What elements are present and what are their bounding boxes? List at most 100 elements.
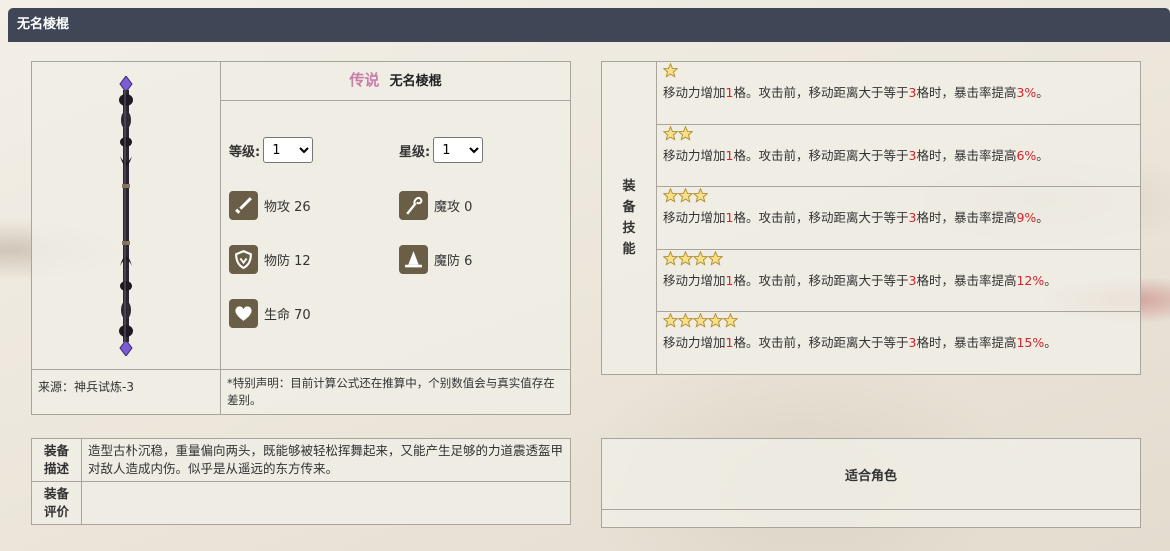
skill-tier-1: 移动力增加1格。攻击前，移动距离大于等于3格时，暴击率提高3%。 <box>656 61 1141 125</box>
description-text: 造型古朴沉稳，重量偏向两头，既能够被轻松挥舞起来，又能产生足够的力道震透盔甲对敌… <box>81 438 571 482</box>
suitable-roles-title: 适合角色 <box>601 438 1141 510</box>
skill-text-mid: 格。攻击前，移动距离大于等于 <box>733 147 909 163</box>
star-icon <box>677 312 694 332</box>
star-icon <box>662 187 679 207</box>
skill-description: 移动力增加1格。攻击前，移动距离大于等于3格时，暴击率提高6%。 <box>663 145 1134 164</box>
star-rating-icon <box>662 125 1134 145</box>
skill-text-pre: 移动力增加 <box>663 272 726 288</box>
description-label: 装备 描述 <box>31 438 82 482</box>
skills-header-char: 装 <box>622 178 636 194</box>
skill-text-pre: 移动力增加 <box>663 335 726 351</box>
star-icon <box>677 125 694 145</box>
item-name-cell: 传说 无名棱棍 <box>220 61 571 101</box>
star-icon <box>662 312 679 332</box>
skill-text-end: 。 <box>1044 335 1057 351</box>
evaluation-text <box>81 481 571 525</box>
stat-text: 魔攻 0 <box>434 200 473 215</box>
skill-text-pre: 移动力增加 <box>663 85 726 100</box>
skill-text-mid2: 格时，暴击率提高 <box>916 272 1017 288</box>
shield-icon <box>229 245 258 274</box>
level-select[interactable]: 1 <box>263 137 314 163</box>
star-icon <box>677 187 694 207</box>
heart-icon <box>229 299 258 328</box>
star-icon <box>662 250 679 270</box>
skill-text-end: 。 <box>1036 210 1049 226</box>
skill-text-mid: 格。攻击前，移动距离大于等于 <box>733 85 909 100</box>
skill-text-pre: 移动力增加 <box>663 210 726 226</box>
star-select[interactable]: 1 <box>433 137 484 163</box>
suitable-roles-list <box>601 509 1141 528</box>
equipment-skills-table: 装 备 技 能 移动力增加1格。攻击前，移动距离大于等于3格时，暴击率提高3%。… <box>601 61 1141 375</box>
skill-text-pct: 12% <box>1016 272 1045 288</box>
page-title: 无名棱棍 <box>8 8 1170 42</box>
skill-text-mid2: 格时，暴击率提高 <box>916 85 1017 100</box>
skill-tier-3: 移动力增加1格。攻击前，移动距离大于等于3格时，暴击率提高9%。 <box>656 186 1141 250</box>
star-control: 星级: 1 <box>399 137 484 163</box>
skills-header: 装 备 技 能 <box>601 61 657 375</box>
star-label: 星级: <box>399 144 431 160</box>
skill-description: 移动力增加1格。攻击前，移动距离大于等于3格时，暴击率提高9%。 <box>663 207 1134 226</box>
skill-tier-4: 移动力增加1格。攻击前，移动距离大于等于3格时，暴击率提高12%。 <box>656 248 1141 313</box>
stats-cell: 等级: 1 星级: 1 物攻 26 魔攻 0 物防 12 魔防 6 生命 70 <box>220 100 571 370</box>
stat-physical-attack: 物攻 26 <box>229 191 311 220</box>
suitable-roles-table: 适合角色 <box>601 438 1141 528</box>
stat-hp: 生命 70 <box>229 299 311 328</box>
skill-text-end: 。 <box>1036 85 1049 100</box>
wizard-hat-icon <box>399 245 428 274</box>
skills-header-char: 备 <box>622 199 636 215</box>
item-name: 无名棱棍 <box>389 74 442 89</box>
skill-text-mid: 格。攻击前，移动距离大于等于 <box>733 272 909 288</box>
level-label: 等级: <box>229 144 261 160</box>
skill-text-mid: 格。攻击前，移动距离大于等于 <box>733 335 909 351</box>
evaluation-label: 装备 评价 <box>31 481 82 525</box>
skill-text-pct: 15% <box>1016 335 1045 351</box>
skill-description: 移动力增加1格。攻击前，移动距离大于等于3格时，暴击率提高3%。 <box>663 82 1134 101</box>
skill-text-end: 。 <box>1036 147 1049 163</box>
star-icon <box>662 125 679 145</box>
star-icon <box>707 312 724 332</box>
stat-physical-defense: 物防 12 <box>229 245 311 274</box>
level-control: 等级: 1 <box>229 137 314 163</box>
star-icon <box>692 187 709 207</box>
skill-text-pct: 3% <box>1016 85 1037 100</box>
item-card: 传说 无名棱棍 等级: 1 星级: 1 物攻 26 魔攻 0 物防 12 魔防 … <box>31 61 571 415</box>
skill-description: 移动力增加1格。攻击前，移动距离大于等于3格时，暴击率提高12%。 <box>663 270 1134 289</box>
star-rating-icon <box>662 250 1134 270</box>
star-rating-icon <box>662 312 1134 332</box>
stat-text: 生命 70 <box>264 308 311 323</box>
star-rating-icon <box>662 187 1134 207</box>
skill-tier-5: 移动力增加1格。攻击前，移动距离大于等于3格时，暴击率提高15%。 <box>656 311 1141 375</box>
stat-text: 物攻 26 <box>264 200 311 215</box>
weapon-image <box>119 76 133 356</box>
sword-icon <box>229 191 258 220</box>
skill-text-pct: 9% <box>1016 210 1037 226</box>
description-table: 装备 描述 造型古朴沉稳，重量偏向两头，既能够被轻松挥舞起来，又能产生足够的力道震… <box>31 438 571 525</box>
star-icon <box>707 250 724 270</box>
skill-text-pct: 6% <box>1016 147 1037 163</box>
stat-text: 魔防 6 <box>434 254 473 269</box>
skills-header-char: 技 <box>622 220 636 236</box>
disclaimer-note: *特别声明：目前计算公式还在推算中，个别数值会与真实值存在差别。 <box>220 369 571 415</box>
skill-tier-2: 移动力增加1格。攻击前，移动距离大于等于3格时，暴击率提高6%。 <box>656 123 1141 188</box>
skill-description: 移动力增加1格。攻击前，移动距离大于等于3格时，暴击率提高15%。 <box>663 332 1134 351</box>
source-cell: 来源：神兵试炼-3 <box>31 369 221 415</box>
skill-text-mid2: 格时，暴击率提高 <box>916 147 1017 163</box>
star-icon <box>662 62 679 82</box>
star-rating-icon <box>662 62 1134 82</box>
skill-text-pre: 移动力增加 <box>663 147 726 163</box>
rarity-label: 传说 <box>349 71 380 89</box>
skill-text-mid2: 格时，暴击率提高 <box>916 335 1017 351</box>
skill-text-end: 。 <box>1044 272 1057 288</box>
stat-text: 物防 12 <box>264 254 311 269</box>
star-icon <box>692 312 709 332</box>
skill-text-mid2: 格时，暴击率提高 <box>916 210 1017 226</box>
staff-icon <box>399 191 428 220</box>
star-icon <box>722 312 739 332</box>
skill-text-mid: 格。攻击前，移动距离大于等于 <box>733 210 909 226</box>
stat-magic-attack: 魔攻 0 <box>399 191 472 220</box>
star-icon <box>692 250 709 270</box>
item-image-cell <box>31 61 221 370</box>
star-icon <box>677 250 694 270</box>
stat-magic-defense: 魔防 6 <box>399 245 472 274</box>
skills-header-char: 能 <box>622 241 636 257</box>
